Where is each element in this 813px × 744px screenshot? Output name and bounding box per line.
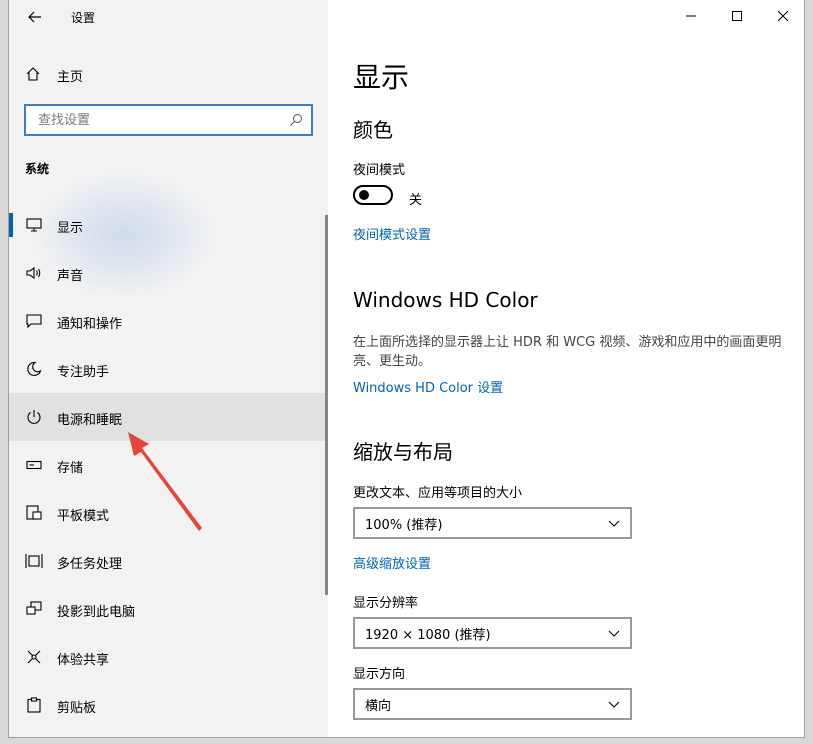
toggle-knob xyxy=(359,190,369,200)
sidebar-item-clipboard[interactable]: 剪贴板 xyxy=(9,681,328,729)
scale-select[interactable]: 100% (推荐) xyxy=(353,507,632,539)
hdr-settings-link[interactable]: Windows HD Color 设置 xyxy=(353,377,503,396)
search-box[interactable] xyxy=(24,104,313,136)
scale-label: 更改文本、应用等项目的大小 xyxy=(353,486,523,501)
main-content: 显示 颜色 夜间模式 关 夜间模式设置 Windows HD Color 在上面… xyxy=(328,0,804,737)
night-light-state: 关 xyxy=(409,193,423,208)
sidebar-item-home[interactable]: 主页 xyxy=(9,56,328,92)
sidebar-item-label: 显示 xyxy=(57,221,84,236)
search-icon[interactable] xyxy=(289,113,303,127)
multitask-icon xyxy=(25,553,43,569)
close-button[interactable] xyxy=(760,0,804,32)
sidebar-item-label: 电源和睡眠 xyxy=(57,413,123,428)
sidebar-nav: 显示 声音 通知和操作 专注助手 电源和睡眠 存储 平板模式 多任务处理 投影到… xyxy=(9,201,328,729)
minimize-button[interactable] xyxy=(668,0,714,32)
back-button[interactable] xyxy=(21,4,49,30)
sidebar-item-project-to-pc[interactable]: 投影到此电脑 xyxy=(9,585,328,633)
project-icon xyxy=(25,601,43,617)
maximize-icon xyxy=(732,11,742,21)
night-light-toggle[interactable] xyxy=(353,185,393,205)
sidebar-item-label: 声音 xyxy=(57,269,84,284)
selection-indicator xyxy=(9,213,13,237)
chevron-down-icon xyxy=(608,701,620,708)
section-label-system: 系统 xyxy=(25,162,50,176)
tablet-icon xyxy=(25,505,43,521)
hdr-description: 在上面所选择的显示器上让 HDR 和 WCG 视频、游戏和应用中的画面更明亮、更… xyxy=(353,335,782,369)
maximize-button[interactable] xyxy=(714,0,760,32)
chevron-down-icon xyxy=(608,520,620,527)
sidebar: 设置 主页 系统 xyxy=(9,0,328,737)
sidebar-item-label: 专注助手 xyxy=(57,365,110,380)
orientation-value: 横向 xyxy=(365,698,392,714)
advanced-scaling-link[interactable]: 高级缩放设置 xyxy=(353,553,431,572)
hdr-heading: Windows HD Color xyxy=(353,288,538,312)
search-input[interactable] xyxy=(36,111,289,129)
home-icon xyxy=(25,66,41,86)
orientation-label: 显示方向 xyxy=(353,667,406,682)
moon-icon xyxy=(25,361,43,377)
storage-icon xyxy=(25,457,43,473)
sidebar-item-sound[interactable]: 声音 xyxy=(9,249,328,297)
clipboard-icon xyxy=(25,697,43,713)
close-icon xyxy=(778,11,788,21)
sidebar-item-notifications[interactable]: 通知和操作 xyxy=(9,297,328,345)
app-title: 设置 xyxy=(71,11,96,25)
share-icon xyxy=(25,649,43,665)
sidebar-item-label: 平板模式 xyxy=(57,509,110,524)
power-icon xyxy=(25,409,43,425)
speaker-icon xyxy=(25,265,43,281)
page-title: 显示 xyxy=(353,61,410,94)
sidebar-item-label: 多任务处理 xyxy=(57,557,123,572)
sidebar-item-label: 投影到此电脑 xyxy=(57,605,136,620)
sidebar-item-tablet-mode[interactable]: 平板模式 xyxy=(9,489,328,537)
sidebar-item-focus-assist[interactable]: 专注助手 xyxy=(9,345,328,393)
window-controls xyxy=(668,0,804,32)
orientation-select[interactable]: 横向 xyxy=(353,688,632,720)
minimize-icon xyxy=(686,15,696,17)
settings-window: 设置 主页 系统 xyxy=(8,0,805,738)
resolution-value: 1920 × 1080 (推荐) xyxy=(365,627,491,643)
sidebar-item-label: 存储 xyxy=(57,461,84,476)
resolution-label: 显示分辨率 xyxy=(353,596,419,611)
sidebar-item-multitasking[interactable]: 多任务处理 xyxy=(9,537,328,585)
resolution-select[interactable]: 1920 × 1080 (推荐) xyxy=(353,617,632,649)
sidebar-item-display[interactable]: 显示 xyxy=(9,201,328,249)
night-light-label: 夜间模式 xyxy=(353,163,406,178)
sidebar-item-power-sleep[interactable]: 电源和睡眠 xyxy=(9,393,328,441)
notification-icon xyxy=(25,313,43,329)
sidebar-item-storage[interactable]: 存储 xyxy=(9,441,328,489)
sidebar-item-label: 通知和操作 xyxy=(57,317,123,332)
color-heading: 颜色 xyxy=(353,118,393,142)
monitor-icon xyxy=(25,217,43,233)
sidebar-item-label: 剪贴板 xyxy=(57,701,97,716)
sidebar-item-label: 主页 xyxy=(57,70,84,85)
scale-layout-heading: 缩放与布局 xyxy=(353,440,453,464)
night-light-settings-link[interactable]: 夜间模式设置 xyxy=(353,224,431,243)
sidebar-item-label: 体验共享 xyxy=(57,653,110,668)
sidebar-item-shared-experiences[interactable]: 体验共享 xyxy=(9,633,328,681)
chevron-down-icon xyxy=(608,630,620,637)
scale-value: 100% (推荐) xyxy=(365,517,443,533)
back-arrow-icon xyxy=(28,11,41,23)
